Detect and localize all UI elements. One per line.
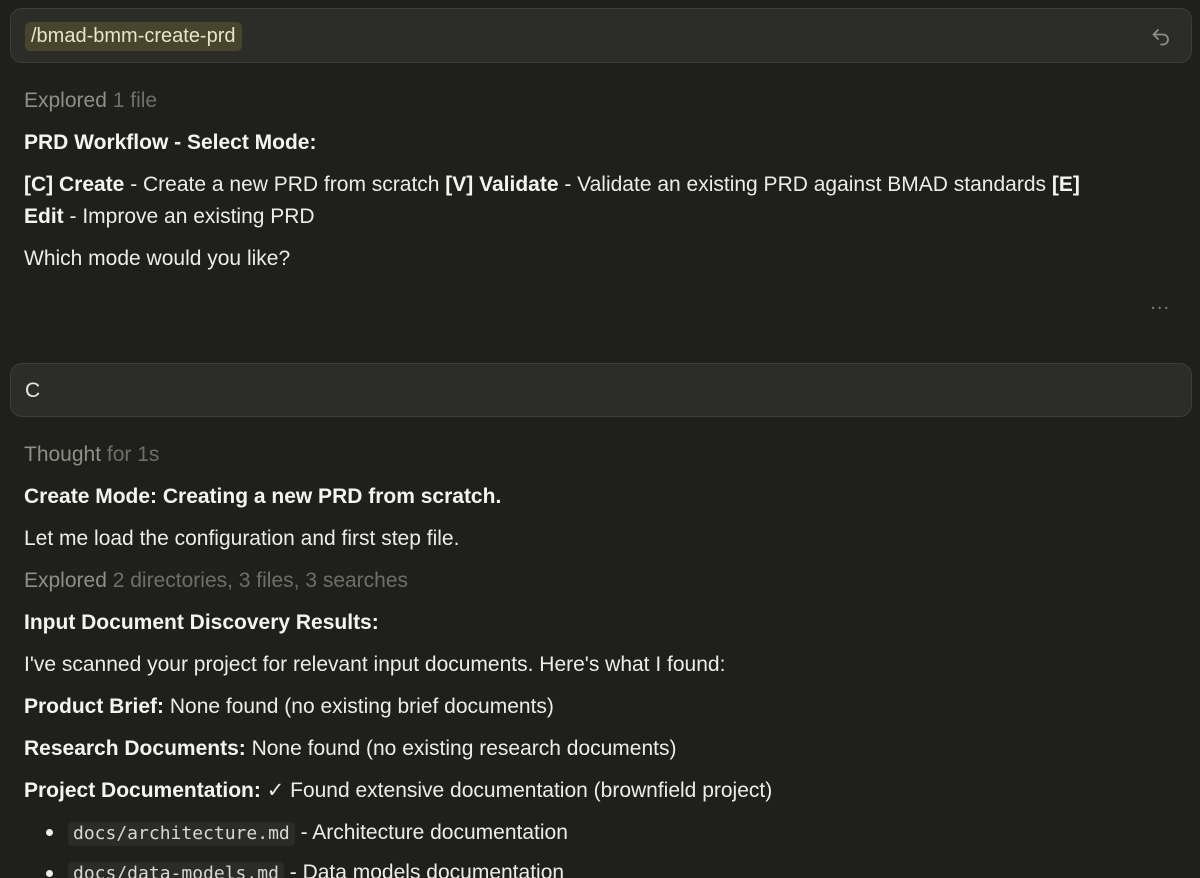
list-item: docs/data-models.md - Data models docume…: [68, 860, 564, 878]
project-docs-value: ✓ Found extensive documentation (brownfi…: [260, 779, 773, 802]
more-options-icon[interactable]: ...: [1150, 292, 1170, 315]
product-brief-line: Product Brief: None found (no existing b…: [24, 694, 554, 720]
mode-options-line-1: [C] Create - Create a new PRD from scrat…: [24, 172, 1080, 198]
project-docs-line: Project Documentation: ✓ Found extensive…: [24, 778, 772, 804]
product-brief-label: Product Brief:: [24, 695, 165, 718]
create-mode-heading: Create Mode: Creating a new PRD from scr…: [24, 485, 502, 508]
research-docs-value: None found (no existing research documen…: [245, 737, 677, 760]
explored-detail-2: 2 directories, 3 files, 3 searches: [112, 569, 409, 592]
mode-c-key: [C] Create: [24, 173, 125, 196]
thought-status[interactable]: Thought for 1s: [24, 442, 159, 468]
prd-workflow-heading: PRD Workflow - Select Mode:: [24, 131, 317, 154]
thought-label: Thought: [24, 443, 102, 466]
thought-detail: for 1s: [106, 443, 160, 466]
chat-transcript: /bmad-bmm-create-prd Explored 1 file PRD…: [0, 0, 1200, 878]
mode-options-line-2: Edit - Improve an existing PRD: [24, 204, 315, 230]
mode-e-key-part2: Edit: [24, 205, 64, 228]
mode-e-desc: - Improve an existing PRD: [63, 205, 315, 228]
list-item: docs/architecture.md - Architecture docu…: [68, 820, 568, 847]
doc-file-desc: - Architecture documentation: [294, 821, 568, 844]
explored-detail: 1 file: [112, 89, 158, 112]
mode-e-key-part1: [E]: [1051, 173, 1080, 196]
user-message-command[interactable]: /bmad-bmm-create-prd: [10, 8, 1192, 63]
mode-c-desc: - Create a new PRD from scratch: [124, 173, 446, 196]
user-message-reply[interactable]: C: [10, 363, 1192, 417]
explored-status-2[interactable]: Explored 2 directories, 3 files, 3 searc…: [24, 568, 408, 594]
scan-summary-line: I've scanned your project for relevant i…: [24, 653, 726, 676]
doc-file-desc: - Data models documentation: [283, 861, 565, 878]
list-bullet-icon: [46, 870, 53, 877]
doc-file-path[interactable]: docs/architecture.md: [68, 822, 295, 846]
mode-v-key: [V] Validate: [445, 173, 559, 196]
explored-label-2: Explored: [24, 569, 107, 592]
user-reply-text: C: [25, 379, 41, 402]
doc-file-path[interactable]: docs/data-models.md: [68, 862, 284, 878]
mode-question: Which mode would you like?: [24, 247, 291, 270]
explored-status[interactable]: Explored 1 file: [24, 88, 157, 114]
mode-v-desc: - Validate an existing PRD against BMAD …: [558, 173, 1052, 196]
discovery-heading: Input Document Discovery Results:: [24, 611, 379, 634]
research-docs-label: Research Documents:: [24, 737, 246, 760]
list-bullet-icon: [46, 829, 53, 836]
slash-command-chip[interactable]: /bmad-bmm-create-prd: [25, 22, 242, 51]
project-docs-label: Project Documentation:: [24, 779, 261, 802]
explored-label: Explored: [24, 89, 107, 112]
product-brief-value: None found (no existing brief documents): [164, 695, 554, 718]
load-config-line: Let me load the configuration and first …: [24, 527, 460, 550]
undo-arrow-icon[interactable]: [1149, 24, 1173, 48]
research-docs-line: Research Documents: None found (no exist…: [24, 736, 677, 762]
